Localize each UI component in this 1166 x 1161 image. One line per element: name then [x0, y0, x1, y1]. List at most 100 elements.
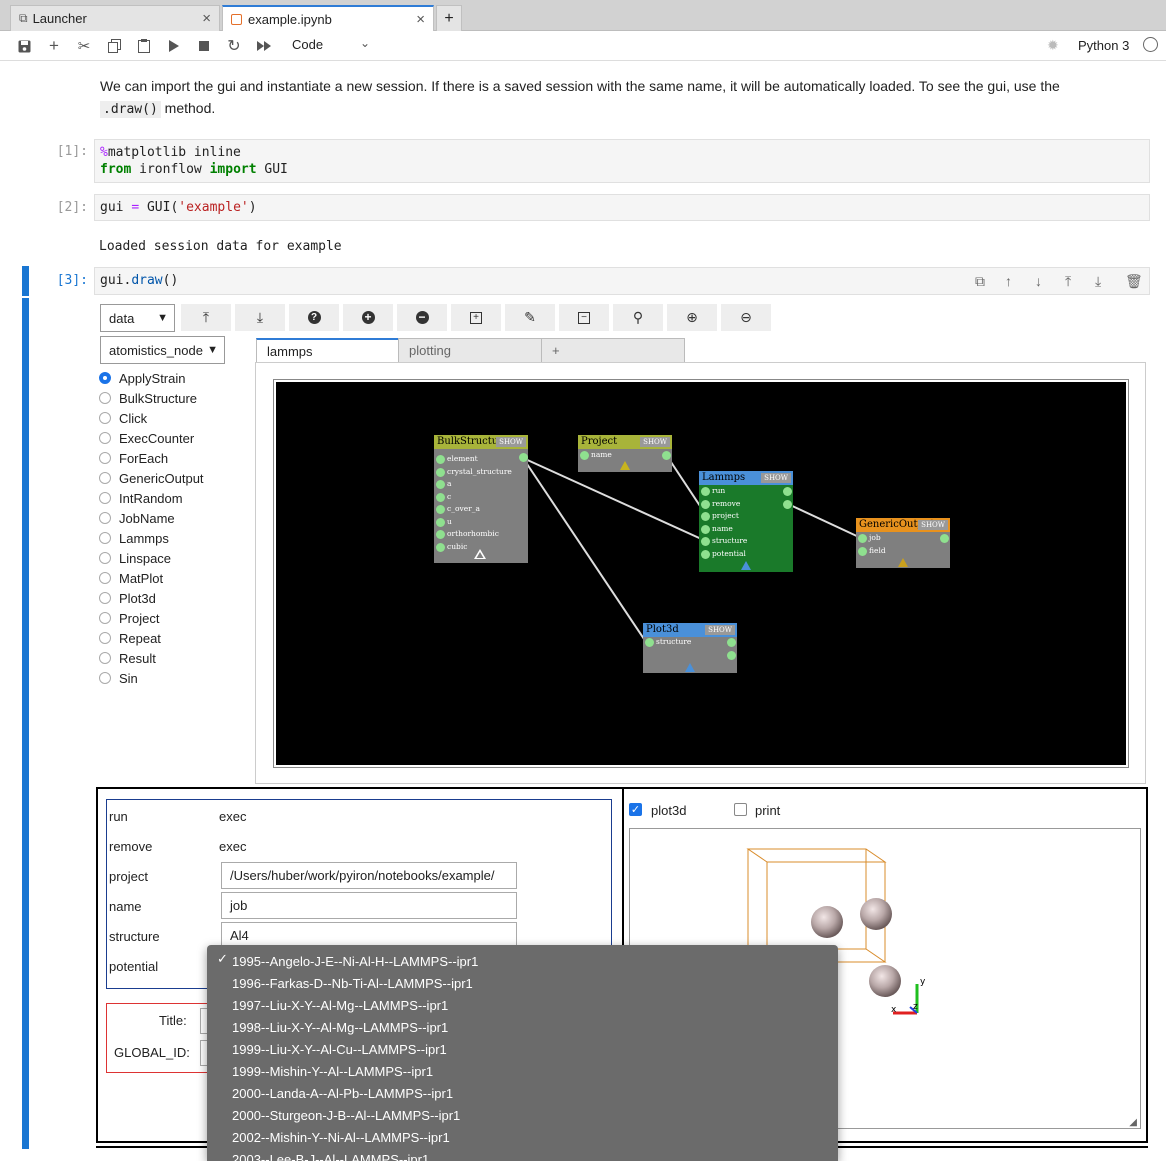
dropdown-option[interactable]: 1999--Mishin-Y--Al--LAMMPS--ipr1	[232, 1061, 433, 1083]
move-down-icon[interactable]: ↓	[1035, 273, 1042, 289]
add-node-button[interactable]: +	[343, 304, 393, 331]
input-port[interactable]	[436, 542, 445, 552]
node-radio[interactable]: ApplyStrain	[99, 369, 185, 387]
radio-button[interactable]	[99, 532, 111, 544]
insert-above-icon[interactable]: ⤒	[1065, 273, 1071, 290]
input-port[interactable]	[701, 499, 710, 509]
node-radio[interactable]: Plot3d	[99, 589, 156, 607]
show-button[interactable]: SHOW	[640, 437, 670, 447]
input-port[interactable]	[858, 546, 867, 556]
node-radio[interactable]: MatPlot	[99, 569, 163, 587]
node-radio[interactable]: ForEach	[99, 449, 168, 467]
radio-button[interactable]	[99, 552, 111, 564]
input-port[interactable]	[436, 467, 445, 477]
dropdown-option[interactable]: 2003--Lee-B-J--Al--LAMMPS--ipr1	[232, 1149, 429, 1161]
code-cell[interactable]: gui.draw()	[94, 267, 1150, 295]
output-port[interactable]	[940, 534, 949, 543]
input-port[interactable]	[701, 524, 710, 534]
radio-button[interactable]	[99, 492, 111, 504]
chevron-down-icon[interactable]: ⌄	[360, 36, 370, 50]
radio-button[interactable]	[99, 452, 111, 464]
node-radio[interactable]: Project	[99, 609, 159, 627]
node-radio[interactable]: IntRandom	[99, 489, 183, 507]
upload-button[interactable]: ⤒	[181, 304, 231, 331]
radio-button[interactable]	[99, 412, 111, 424]
kernel-name[interactable]: Python 3	[1078, 38, 1129, 53]
resize-handle-icon[interactable]: ◢	[1129, 1117, 1137, 1128]
node-radio[interactable]: Click	[99, 409, 147, 427]
show-button[interactable]: SHOW	[918, 520, 948, 530]
input-port[interactable]	[645, 638, 654, 647]
new-tab-button[interactable]: +	[436, 5, 462, 31]
code-cell[interactable]: %matplotlib inline from ironflow import …	[94, 139, 1150, 183]
add-cell-icon[interactable]: +	[45, 36, 63, 55]
output-port[interactable]	[783, 500, 792, 509]
input-port[interactable]	[436, 480, 445, 489]
dropdown-option[interactable]: 1995--Angelo-J-E--Ni-Al-H--LAMMPS--ipr1	[232, 951, 478, 973]
project-input[interactable]: /Users/huber/work/pyiron/notebooks/examp…	[221, 862, 517, 889]
tab-add-flow[interactable]: +	[541, 338, 685, 363]
radio-button[interactable]	[99, 612, 111, 624]
input-port[interactable]	[436, 492, 445, 502]
node-genericoutput[interactable]: GenericOutput SHOW job field	[856, 518, 950, 568]
cut-icon[interactable]: ✂	[75, 37, 93, 55]
input-port[interactable]	[701, 549, 710, 559]
node-radio[interactable]: Lammps	[99, 529, 169, 547]
node-radio[interactable]: Sin	[99, 669, 138, 687]
node-radio[interactable]: ExecCounter	[99, 429, 194, 447]
input-port[interactable]	[701, 512, 710, 521]
collapse-button[interactable]: −	[559, 304, 609, 331]
dropdown-option[interactable]: 1999--Liu-X-Y--Al-Cu--LAMMPS--ipr1	[232, 1039, 447, 1061]
help-button[interactable]: ?	[289, 304, 339, 331]
input-port[interactable]	[858, 534, 867, 543]
radio-button[interactable]	[99, 592, 111, 604]
data-select[interactable]: data ▼	[100, 304, 175, 332]
radio-button[interactable]	[99, 432, 111, 444]
radio-button[interactable]	[99, 672, 111, 684]
node-lammps[interactable]: Lammps SHOW run remove project name structure…	[699, 471, 793, 572]
dropdown-option[interactable]: 1997--Liu-X-Y--Al-Mg--LAMMPS--ipr1	[232, 995, 448, 1017]
output-port[interactable]	[783, 487, 792, 496]
code-cell[interactable]: gui = GUI('example')	[94, 194, 1150, 221]
show-button[interactable]: SHOW	[496, 437, 526, 447]
tab-notebook[interactable]: example.ipynb ×	[222, 5, 434, 31]
input-port[interactable]	[436, 517, 445, 527]
radio-button[interactable]	[99, 652, 111, 664]
input-port[interactable]	[436, 530, 445, 539]
radio-button[interactable]	[99, 372, 111, 384]
delete-icon[interactable]: 🗑	[1125, 273, 1143, 290]
dropdown-option[interactable]: 1996--Farkas-D--Nb-Ti-Al--LAMMPS--ipr1	[232, 973, 473, 995]
dropdown-option[interactable]: 2000--Sturgeon-J-B--Al--LAMMPS--ipr1	[232, 1105, 460, 1127]
show-button[interactable]: SHOW	[705, 625, 735, 635]
cell-type-select[interactable]: Code	[292, 37, 323, 52]
node-project[interactable]: Project SHOW name	[578, 435, 672, 472]
radio-button[interactable]	[99, 632, 111, 644]
locate-button[interactable]: ⚲	[613, 304, 663, 331]
node-radio[interactable]: Linspace	[99, 549, 171, 567]
duplicate-icon[interactable]: ⧉	[975, 273, 985, 290]
node-plot3d[interactable]: Plot3d SHOW structure	[643, 623, 737, 673]
output-port[interactable]	[727, 651, 736, 660]
run-icon[interactable]	[165, 37, 183, 55]
copy-icon[interactable]	[105, 37, 123, 55]
node-radio[interactable]: Result	[99, 649, 156, 667]
input-port[interactable]	[701, 487, 710, 496]
module-select[interactable]: atomistics_node ▼	[100, 336, 225, 364]
stop-icon[interactable]	[195, 37, 213, 55]
flow-canvas[interactable]: BulkStructure SHOW element crystal_structu…	[273, 379, 1129, 768]
radio-button[interactable]	[99, 472, 111, 484]
fast-forward-icon[interactable]	[255, 37, 273, 55]
node-radio[interactable]: GenericOutput	[99, 469, 204, 487]
print-checkbox[interactable]	[734, 803, 747, 816]
dropdown-option[interactable]: 2000--Landa-A--Al-Pb--LAMMPS--ipr1	[232, 1083, 453, 1105]
show-button[interactable]: SHOW	[761, 473, 791, 483]
edit-button[interactable]: ✎	[505, 304, 555, 331]
tab-launcher[interactable]: ⧉ Launcher ×	[10, 5, 220, 31]
close-icon[interactable]: ×	[202, 10, 211, 27]
name-input[interactable]: job	[221, 892, 517, 919]
plot3d-checkbox[interactable]: ✓	[629, 803, 642, 816]
close-icon[interactable]: ×	[416, 11, 425, 28]
input-port[interactable]	[436, 505, 445, 514]
zoom-out-button[interactable]: ⊖	[721, 304, 771, 331]
move-up-icon[interactable]: ↑	[1005, 273, 1012, 289]
